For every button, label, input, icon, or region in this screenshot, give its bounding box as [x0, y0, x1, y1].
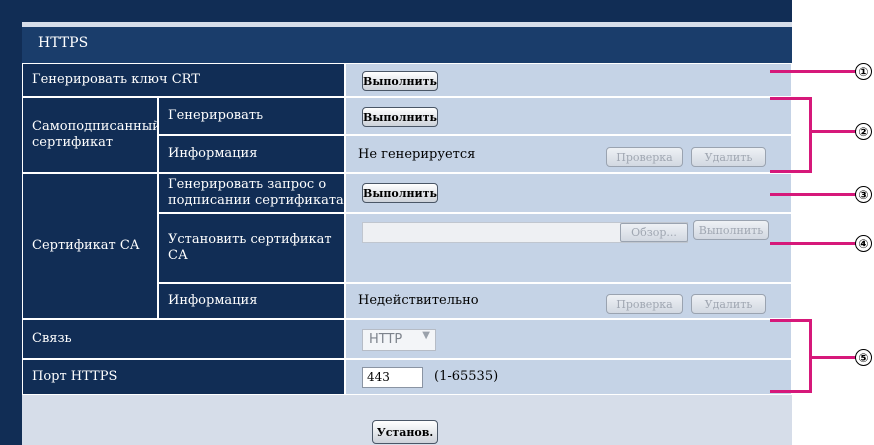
https-port-input[interactable]: 443: [362, 367, 423, 388]
callout-bracket-5-bottom: [770, 390, 812, 393]
connection-label: Связь: [22, 319, 345, 359]
ca-check-button[interactable]: Проверка: [606, 294, 683, 314]
connection-selected-value: HTTP: [369, 332, 403, 347]
ca-delete-button[interactable]: Удалить: [691, 294, 766, 314]
section-title: HTTPS: [38, 35, 89, 51]
ca-status: Недействительно: [358, 293, 479, 308]
self-signed-delete-button[interactable]: Удалить: [691, 147, 766, 167]
ca-request-execute-button[interactable]: Выполнить: [362, 183, 438, 203]
callout-line-5: [809, 356, 856, 359]
callout-marker-1: ①: [855, 63, 872, 80]
ca-browse-button[interactable]: Обзор...: [620, 223, 688, 242]
ca-info-label: Информация: [158, 283, 345, 319]
callout-line-2: [809, 130, 856, 133]
connection-select[interactable]: HTTP ▼: [362, 329, 436, 351]
callout-bracket-2-bottom: [770, 170, 812, 173]
self-signed-info-label: Информация: [158, 135, 345, 173]
callout-bracket-5-top: [770, 319, 812, 322]
self-signed-generate-button[interactable]: Выполнить: [362, 107, 438, 127]
self-signed-status: Не генерируется: [358, 147, 476, 162]
callout-marker-2: ②: [855, 123, 872, 140]
ca-cert-label: Сертификат СА: [22, 173, 158, 319]
callout-bracket-2-vertical: [809, 97, 812, 173]
self-signed-check-button[interactable]: Проверка: [606, 147, 683, 167]
callout-marker-5: ⑤: [855, 349, 872, 366]
https-port-range: (1-65535): [434, 369, 499, 384]
section-header: [22, 27, 792, 63]
set-button[interactable]: Установ.: [372, 420, 438, 444]
callout-line-4: [770, 242, 856, 245]
callout-marker-3: ③: [855, 186, 872, 203]
generate-crt-label: Генерировать ключ CRT: [22, 63, 345, 97]
callout-marker-4: ④: [855, 235, 872, 252]
ca-install-label: Установить сертификат СА: [158, 213, 345, 283]
generate-crt-execute-button[interactable]: Выполнить: [362, 71, 438, 91]
callout-bracket-2-top: [770, 97, 812, 100]
self-signed-cert-label: Самоподписанный сертификат: [22, 97, 161, 173]
https-port-label: Порт HTTPS: [22, 359, 345, 395]
callout-line-1: [770, 70, 856, 73]
self-signed-generate-label: Генерировать: [158, 97, 345, 135]
ca-request-label: Генерировать запрос о подписании сертифи…: [158, 173, 345, 213]
ca-install-execute-button[interactable]: Выполнить: [693, 220, 769, 240]
chevron-down-icon: ▼: [422, 330, 430, 341]
callout-line-3: [770, 193, 856, 196]
